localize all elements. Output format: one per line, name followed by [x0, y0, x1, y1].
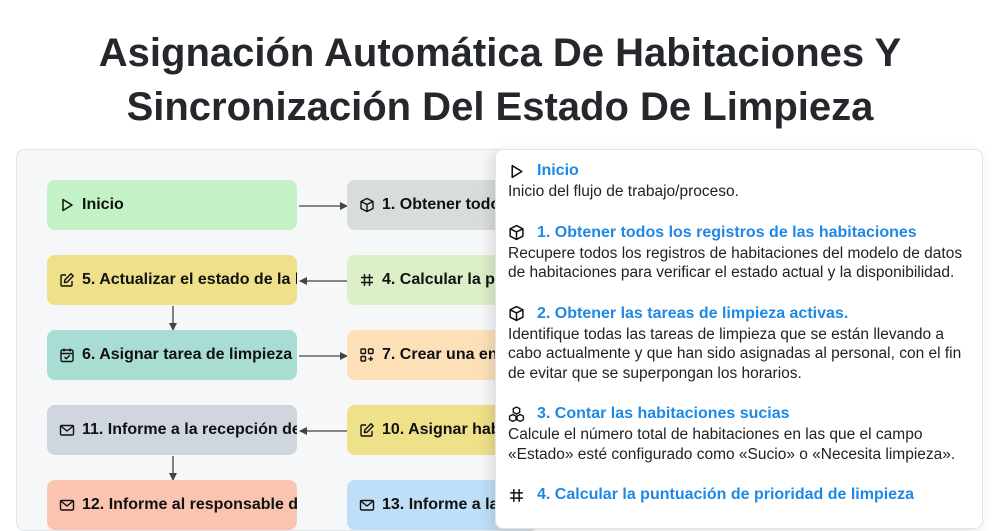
grid-hash-icon: [359, 272, 375, 288]
step-detail-title[interactable]: 1. Obtener todos los registros de las ha…: [537, 224, 917, 242]
step-details-panel[interactable]: Inicio Inicio del flujo de trabajo/proces…: [495, 149, 983, 529]
edit-icon: [59, 272, 75, 288]
cubes-icon: [508, 405, 525, 423]
step-detail-header: 4. Calcular la puntuación de prioridad d…: [508, 484, 970, 506]
cube-icon: [508, 305, 525, 322]
step-detail-title[interactable]: 4. Calcular la puntuación de prioridad d…: [537, 486, 914, 504]
step-detail-header: 3. Contar las habitaciones sucias: [508, 403, 970, 425]
flow-node[interactable]: 11. Informe a la recepción de: [47, 405, 297, 455]
cube-icon: [359, 197, 375, 213]
apps-plus-icon: [359, 347, 375, 363]
play-icon: [508, 163, 525, 180]
step-detail-title[interactable]: Inicio: [537, 162, 579, 180]
step-detail: 4. Calcular la puntuación de prioridad d…: [508, 484, 970, 506]
edit-icon: [359, 422, 375, 438]
grid-hash-icon: [508, 487, 525, 504]
step-detail-title[interactable]: 2. Obtener las tareas de limpieza activa…: [537, 305, 848, 323]
step-detail-description: Recupere todos los registros de habitaci…: [508, 244, 963, 282]
flow-node[interactable]: 12. Informe al responsable de: [47, 480, 297, 530]
step-detail-header: 1. Obtener todos los registros de las ha…: [508, 222, 970, 244]
flow-node-label: 6. Asignar tarea de limpieza: [82, 346, 293, 363]
step-detail-header: Inicio: [508, 160, 970, 182]
step-detail-description: Identifique todas las tareas de limpieza…: [508, 325, 962, 382]
step-detail: 2. Obtener las tareas de limpieza activa…: [508, 303, 970, 384]
play-icon: [59, 197, 75, 213]
flow-node-label: 12. Informe al responsable de: [82, 496, 297, 513]
flow-node[interactable]: Inicio: [47, 180, 297, 230]
flow-node-label: 5. Actualizar el estado de la habitación: [82, 271, 297, 288]
flow-node[interactable]: 5. Actualizar el estado de la habitación: [47, 255, 297, 305]
cube-icon: [508, 224, 525, 241]
flow-node-label: Inicio: [82, 196, 124, 213]
page-title-line-1: Asignación Automática De Habitaciones Y: [98, 31, 902, 75]
calendar-check-icon: [59, 347, 75, 363]
page-title: Asignación Automática De Habitaciones Y …: [0, 26, 1000, 134]
mail-icon: [59, 497, 75, 513]
mail-icon: [359, 497, 375, 513]
flowchart-canvas[interactable]: Inicio1. Obtener todos los registros de …: [16, 149, 538, 531]
step-detail-title[interactable]: 3. Contar las habitaciones sucias: [537, 405, 790, 423]
step-detail-description: Inicio del flujo de trabajo/proceso.: [508, 183, 739, 200]
step-detail: Inicio Inicio del flujo de trabajo/proces…: [508, 160, 970, 202]
page-title-line-2: Sincronización Del Estado De Limpieza: [126, 85, 874, 129]
step-detail-header: 2. Obtener las tareas de limpieza activa…: [508, 303, 970, 325]
step-detail: 1. Obtener todos los registros de las ha…: [508, 222, 970, 283]
mail-icon: [59, 422, 75, 438]
flow-node[interactable]: 6. Asignar tarea de limpieza: [47, 330, 297, 380]
flow-node-label: 11. Informe a la recepción de: [82, 421, 297, 438]
step-detail: 3. Contar las habitaciones sucias Calcule…: [508, 403, 970, 464]
step-detail-description: Calcule el número total de habitaciones …: [508, 426, 956, 463]
